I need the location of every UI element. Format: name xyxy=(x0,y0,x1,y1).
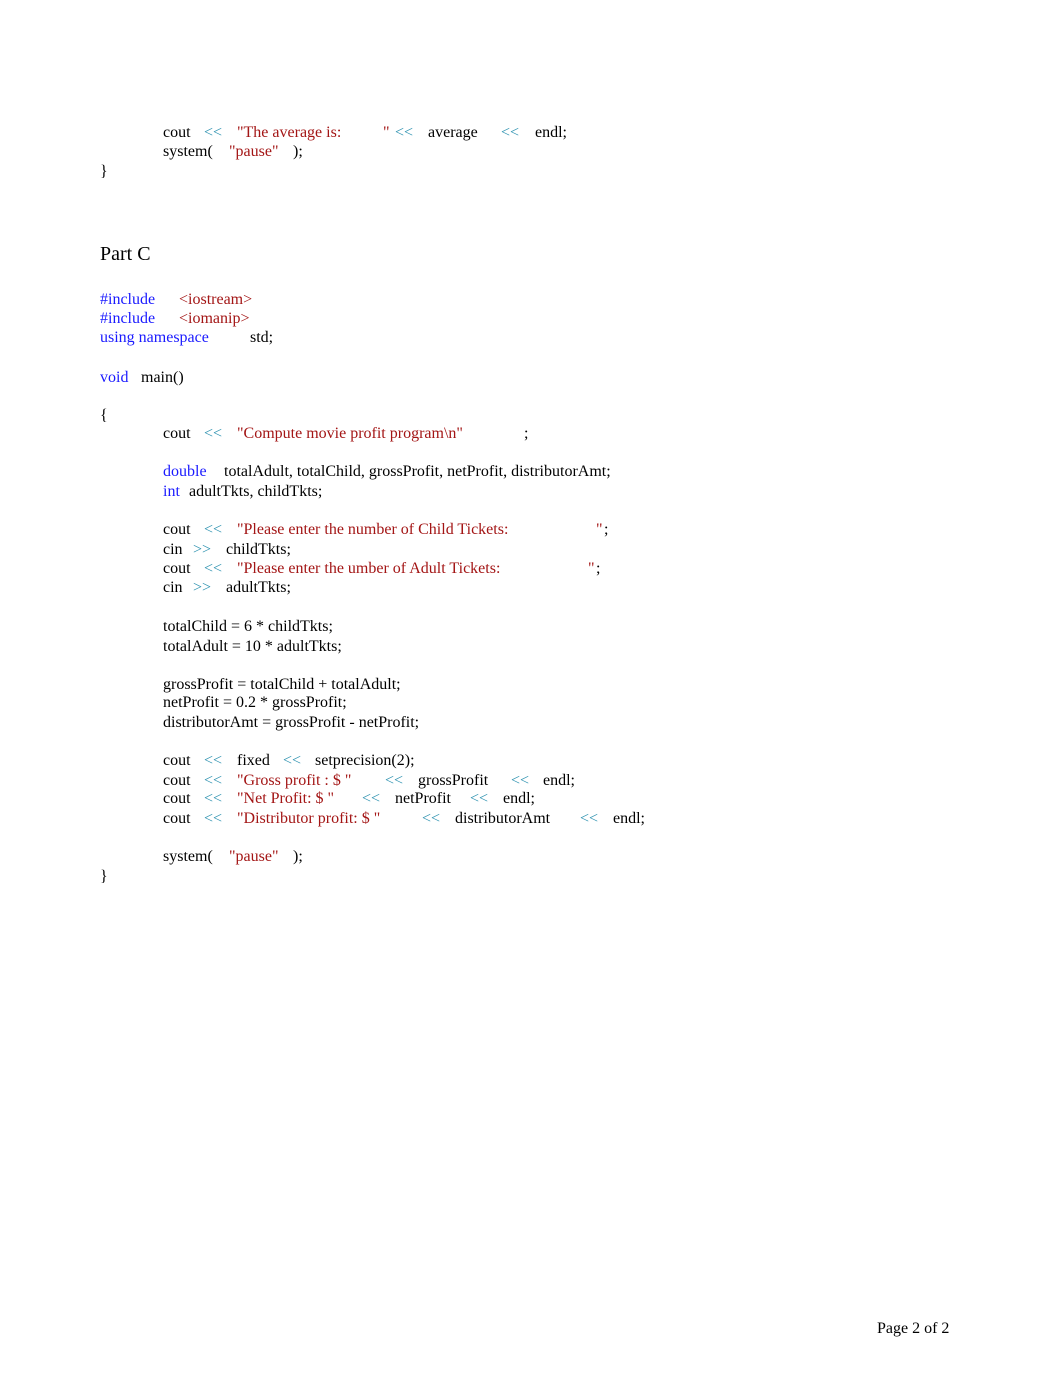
code-string: " xyxy=(383,124,390,141)
code-text: distributorAmt = grossProfit - netProfit… xyxy=(163,714,420,731)
code-string: <iostream> xyxy=(179,291,253,308)
code-text: totalAdult = 10 * adultTkts; xyxy=(163,638,342,655)
code-text: adultTkts, childTkts; xyxy=(189,483,323,500)
code-text: main() xyxy=(141,369,184,386)
code-operator: << xyxy=(204,521,223,538)
code-text: average xyxy=(428,124,478,141)
code-operator: >> xyxy=(193,541,212,558)
code-operator: << xyxy=(204,425,223,442)
code-operator: << xyxy=(283,752,302,769)
code-text: endl; xyxy=(535,124,567,141)
code-text: std; xyxy=(250,329,274,346)
code-string: "Please enter the umber of Adult Tickets… xyxy=(237,560,501,577)
code-text: adultTkts; xyxy=(226,579,291,596)
code-string: " xyxy=(588,560,595,577)
code-text: endl; xyxy=(613,810,645,827)
code-text: distributorAmt xyxy=(455,810,551,827)
code-text: netProfit = 0.2 * grossProfit; xyxy=(163,694,347,711)
code-text: cout xyxy=(163,521,191,538)
code-operator: << xyxy=(511,772,530,789)
code-text: cout xyxy=(163,425,191,442)
code-text: ; xyxy=(596,560,601,577)
code-string: <iomanip> xyxy=(179,310,250,327)
code-text: cin xyxy=(163,579,183,596)
code-operator: << xyxy=(422,810,441,827)
code-text: fixed xyxy=(237,752,270,769)
code-text: cout xyxy=(163,810,191,827)
code-string: "The average is: xyxy=(237,124,342,141)
code-text: } xyxy=(100,868,108,885)
code-operator: << xyxy=(204,124,223,141)
code-text: cin xyxy=(163,541,183,558)
section-heading: Part C xyxy=(100,243,151,265)
code-text: } xyxy=(100,163,108,180)
code-keyword: int xyxy=(163,483,180,500)
code-operator: << xyxy=(385,772,404,789)
code-text: endl; xyxy=(503,790,535,807)
code-text: ); xyxy=(293,848,303,865)
code-text: totalChild = 6 * childTkts; xyxy=(163,618,333,635)
code-operator: << xyxy=(204,790,223,807)
code-text: cout xyxy=(163,560,191,577)
code-operator: >> xyxy=(193,579,212,596)
code-operator: << xyxy=(470,790,489,807)
code-text: cout xyxy=(163,790,191,807)
code-text: system( xyxy=(163,143,213,160)
code-text: grossProfit = totalChild + totalAdult; xyxy=(163,676,401,693)
code-operator: << xyxy=(204,560,223,577)
code-operator: << xyxy=(204,810,223,827)
code-text: ; xyxy=(604,521,609,538)
code-text: netProfit xyxy=(395,790,451,807)
code-string: "Please enter the number of Child Ticket… xyxy=(237,521,509,538)
code-string: "Net Profit: $ " xyxy=(237,790,335,807)
code-keyword: void xyxy=(100,369,129,386)
code-string: "Compute movie profit program\n" xyxy=(237,425,463,442)
code-text: cout xyxy=(163,772,191,789)
code-keyword: #include xyxy=(100,310,156,327)
code-operator: << xyxy=(580,810,599,827)
code-operator: << xyxy=(204,772,223,789)
code-string: "pause" xyxy=(229,848,279,865)
code-text: cout xyxy=(163,752,191,769)
code-string: "Gross profit : $ " xyxy=(237,772,352,789)
code-text: ); xyxy=(293,143,303,160)
page-number: Page 2 of 2 xyxy=(877,1320,950,1337)
code-text: totalAdult, totalChild, grossProfit, net… xyxy=(224,463,611,480)
code-text: childTkts; xyxy=(226,541,291,558)
code-string: "pause" xyxy=(229,143,279,160)
code-operator: << xyxy=(501,124,520,141)
code-string: "Distributor profit: $ " xyxy=(237,810,381,827)
code-text: setprecision(2); xyxy=(315,752,415,769)
code-string: " xyxy=(596,521,603,538)
code-text: endl; xyxy=(543,772,575,789)
code-text: system( xyxy=(163,848,213,865)
code-keyword: using namespace xyxy=(100,329,209,346)
code-keyword: #include xyxy=(100,291,156,308)
code-operator: << xyxy=(362,790,381,807)
code-operator: << xyxy=(204,752,223,769)
code-keyword: double xyxy=(163,463,207,480)
code-text: { xyxy=(100,407,108,424)
code-text: cout xyxy=(163,124,191,141)
code-text: ; xyxy=(524,425,529,442)
code-text: grossProfit xyxy=(418,772,489,789)
code-operator: << xyxy=(395,124,414,141)
